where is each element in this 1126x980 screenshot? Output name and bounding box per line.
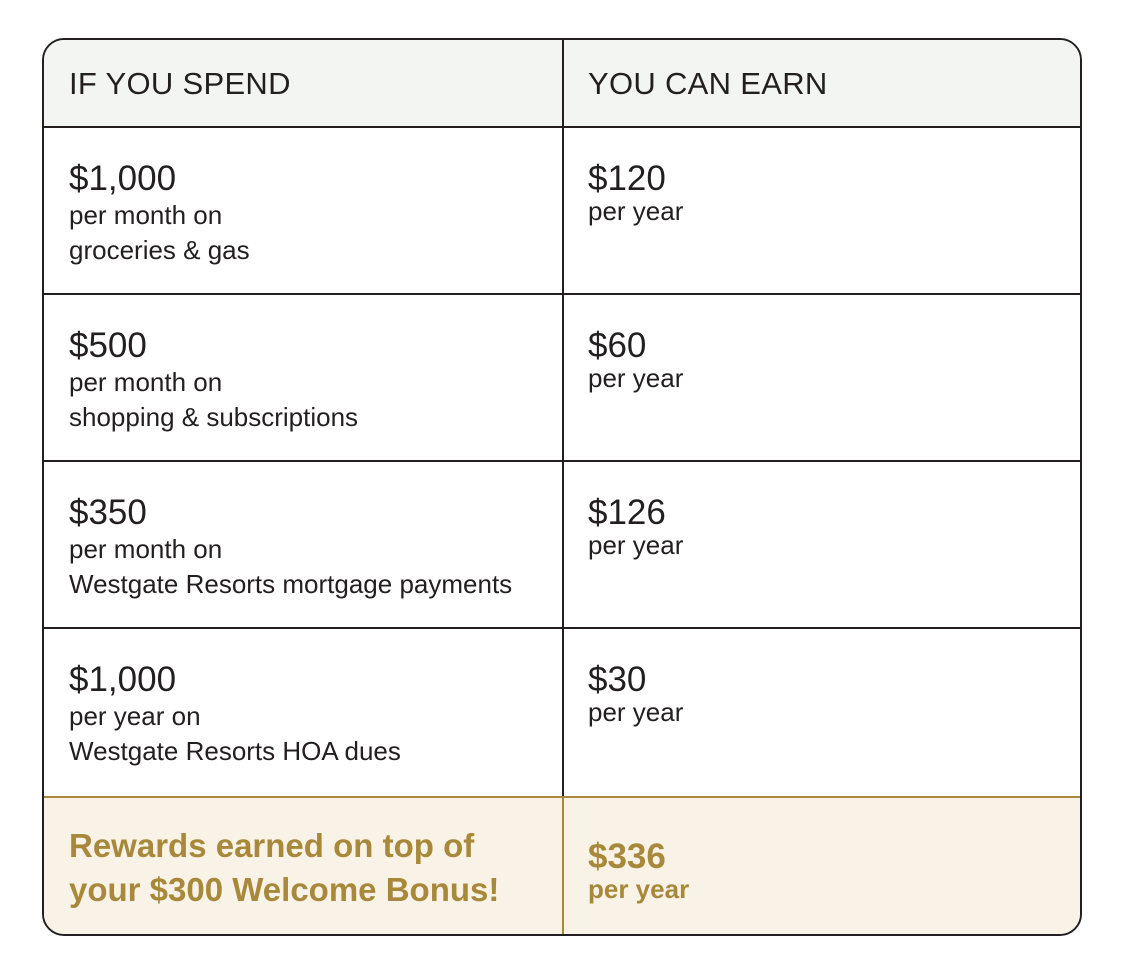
- footer-bonus-note: Rewards earned on top of your $300 Welco…: [44, 796, 564, 934]
- earn-unit: per year: [588, 697, 684, 727]
- table-row-1-spend: $1,000 per month on groceries & gas: [44, 128, 564, 295]
- footer-total: $336 per year: [564, 796, 1080, 934]
- spend-category: Westgate Resorts mortgage payments: [69, 569, 513, 599]
- header-earn: YOU CAN EARN: [564, 40, 1080, 128]
- header-spend-label: IF YOU SPEND: [69, 66, 291, 101]
- table-row-2-earn: $60 per year: [564, 295, 1080, 462]
- spend-period: per month on: [69, 200, 223, 230]
- spend-period: per month on: [69, 367, 223, 397]
- spend-category: shopping & subscriptions: [69, 402, 359, 432]
- spend-amount: $350: [69, 493, 147, 532]
- rewards-table: IF YOU SPEND YOU CAN EARN $1,000 per mon…: [42, 38, 1082, 936]
- table-row-4-spend: $1,000 per year on Westgate Resorts HOA …: [44, 629, 564, 796]
- table-row-3-earn: $126 per year: [564, 462, 1080, 629]
- spend-amount: $500: [69, 326, 147, 365]
- spend-category: Westgate Resorts HOA dues: [69, 736, 401, 766]
- table-row-1-earn: $120 per year: [564, 128, 1080, 295]
- earn-unit: per year: [588, 363, 684, 393]
- table-row-2-spend: $500 per month on shopping & subscriptio…: [44, 295, 564, 462]
- header-spend: IF YOU SPEND: [44, 40, 564, 128]
- earn-unit: per year: [588, 196, 684, 226]
- footer-line-2: your $300 Welcome Bonus!: [69, 871, 500, 908]
- earn-amount: $30: [588, 660, 647, 699]
- earn-amount: $60: [588, 326, 647, 365]
- footer-line-1: Rewards earned on top of: [69, 827, 475, 864]
- spend-period: per month on: [69, 534, 223, 564]
- spend-period: per year on: [69, 701, 201, 731]
- spend-amount: $1,000: [69, 660, 177, 699]
- earn-amount: $120: [588, 159, 666, 198]
- table-row-3-spend: $350 per month on Westgate Resorts mortg…: [44, 462, 564, 629]
- earn-unit: per year: [588, 530, 684, 560]
- total-unit: per year: [588, 874, 690, 904]
- spend-category: groceries & gas: [69, 235, 250, 265]
- header-earn-label: YOU CAN EARN: [588, 66, 828, 101]
- spend-amount: $1,000: [69, 159, 177, 198]
- table-row-4-earn: $30 per year: [564, 629, 1080, 796]
- earn-amount: $126: [588, 493, 666, 532]
- total-amount: $336: [588, 837, 666, 876]
